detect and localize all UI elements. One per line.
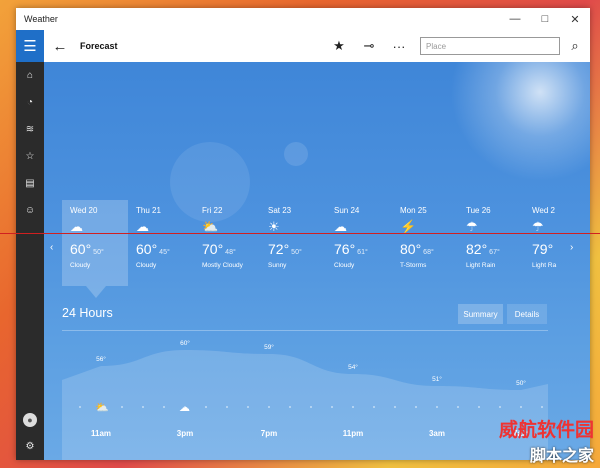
hamburger-menu-icon[interactable]: ☰	[16, 30, 44, 62]
hour-dot	[289, 406, 291, 408]
settings-icon[interactable]: ⚙	[16, 433, 44, 460]
places-icon[interactable]: ☆	[16, 143, 44, 170]
back-arrow-icon[interactable]: ←	[48, 38, 72, 55]
window-title: Weather	[24, 14, 58, 24]
hour-time-label: 11am	[91, 429, 111, 438]
cloudy-icon: ☁	[179, 401, 190, 414]
hourly-temperature-chart: 56°60°59°54°51°50°⛅ ☁11am 3pm 7pm 11pm 3am 7am	[62, 339, 548, 460]
home-icon[interactable]: ⌂	[16, 62, 44, 89]
hour-dot	[394, 406, 396, 408]
hour-dot	[331, 406, 333, 408]
hour-dot	[310, 406, 312, 408]
hour-time-label: 7pm	[261, 429, 277, 438]
hour-dot	[142, 406, 144, 408]
weather-window: Weather — □ ✕ ☰ ← Forecast ★ ⊸ ··· ⌕ ⌂ ◔…	[16, 8, 590, 460]
hour-time-label: 3pm	[177, 429, 193, 438]
sidebar: ⌂ ◔ ≋ ☆ ▤ ☺ ● ⚙	[16, 62, 44, 460]
pin-icon[interactable]: ⊸	[354, 38, 384, 54]
feedback-icon[interactable]: ☺	[16, 197, 44, 224]
hour-temp-label: 59°	[264, 343, 274, 351]
hour-dot	[373, 406, 375, 408]
hour-temp-label: 60°	[180, 339, 190, 347]
hour-dot	[436, 406, 438, 408]
news-icon[interactable]: ▤	[16, 170, 44, 197]
watermark-line-2: 脚本之家	[529, 446, 594, 465]
hour-dot	[457, 406, 459, 408]
hour-dot	[520, 406, 522, 408]
hour-dot	[499, 406, 501, 408]
hour-dot	[268, 406, 270, 408]
hour-dot	[79, 406, 81, 408]
maximize-button[interactable]: □	[530, 8, 560, 30]
hour-dot	[226, 406, 228, 408]
hour-time-label: 11pm	[343, 429, 363, 438]
minimize-button[interactable]: —	[500, 8, 530, 30]
forecast-panel: ‹ › Wed 20 ☁ 60° 50° Cloudy Thu 21 ☁ 60° 4…	[44, 62, 590, 460]
title-bar: Weather — □ ✕	[16, 8, 590, 30]
page-title: Forecast	[80, 41, 118, 51]
hour-temp-label: 54°	[348, 363, 358, 371]
account-icon[interactable]: ●	[16, 406, 44, 433]
red-guide-line	[0, 233, 600, 234]
watermark: 威航软件园 脚本之家	[499, 415, 594, 466]
search-icon[interactable]: ⌕	[560, 38, 590, 54]
watermark-line-1: 威航软件园	[498, 419, 594, 441]
hour-dot	[205, 406, 207, 408]
temperature-area	[62, 350, 548, 460]
partly-cloudy-icon: ⛅	[95, 401, 109, 414]
hour-dot	[163, 406, 165, 408]
hour-temp-label: 51°	[432, 375, 442, 383]
hour-dot	[121, 406, 123, 408]
maps-icon[interactable]: ◔	[16, 89, 44, 116]
hour-dot	[352, 406, 354, 408]
hour-time-label: 3am	[429, 429, 445, 438]
hour-dot	[478, 406, 480, 408]
star-icon[interactable]: ★	[324, 38, 354, 54]
app-bar: ☰ ← Forecast ★ ⊸ ··· ⌕	[16, 30, 590, 62]
hour-dot	[415, 406, 417, 408]
hour-dot	[247, 406, 249, 408]
historical-weather-icon[interactable]: ≋	[16, 116, 44, 143]
more-options-button[interactable]: ···	[384, 39, 414, 54]
close-button[interactable]: ✕	[560, 8, 590, 30]
hour-dot	[541, 406, 543, 408]
search-input[interactable]	[420, 37, 560, 55]
hour-temp-label: 56°	[96, 355, 106, 363]
hour-temp-label: 50°	[516, 379, 526, 387]
